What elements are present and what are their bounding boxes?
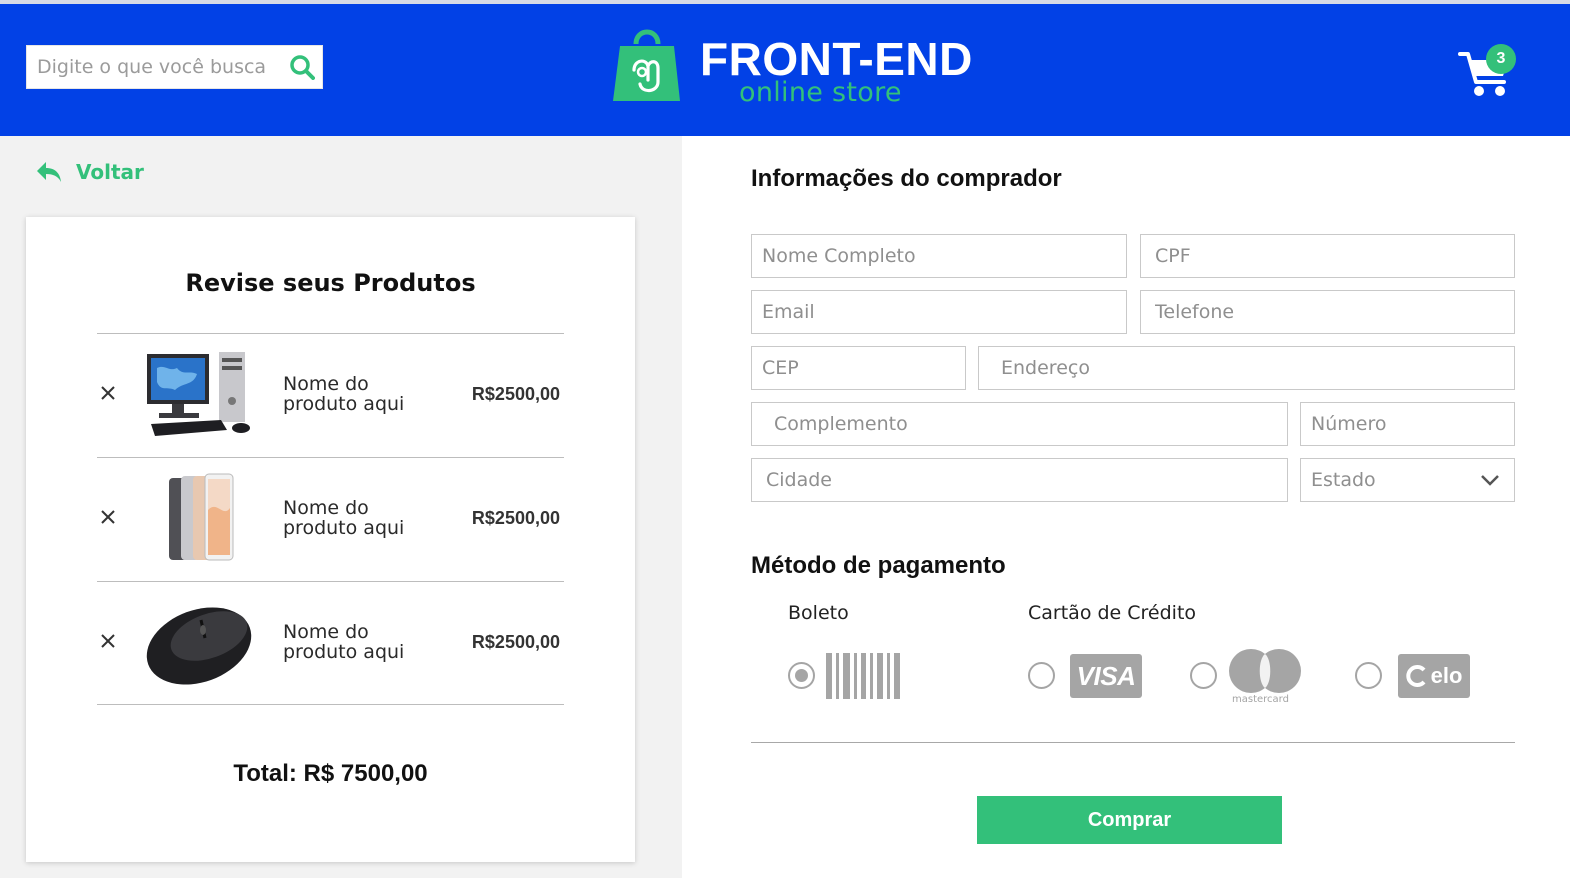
search-bar (26, 45, 323, 89)
phone-field (1140, 290, 1515, 334)
mastercard-logo-icon (1229, 649, 1301, 693)
site-header: FRONT-END online store 3 (0, 4, 1570, 136)
complement-input[interactable] (752, 403, 1287, 445)
back-label: Voltar (76, 160, 144, 184)
name-input[interactable] (752, 235, 1126, 277)
back-link[interactable]: Voltar (36, 160, 144, 184)
search-input[interactable] (27, 46, 282, 88)
cart-button[interactable]: 3 (1458, 44, 1520, 100)
visa-logo-icon: VISA (1070, 654, 1142, 698)
visa-radio[interactable] (1028, 662, 1055, 689)
email-field (751, 290, 1127, 334)
cart-item: Nome do produto aqui R$2500,00 (97, 581, 564, 705)
address-field (978, 346, 1515, 390)
city-field (751, 458, 1288, 502)
divider (97, 704, 564, 705)
city-input[interactable] (752, 459, 1287, 501)
site-logo[interactable]: FRONT-END online store (612, 22, 972, 108)
chevron-down-icon (1481, 475, 1499, 486)
phone-input[interactable] (1141, 291, 1514, 333)
state-select[interactable]: Estado (1300, 458, 1515, 502)
buyer-info-title: Informações do comprador (751, 165, 1062, 192)
divider (751, 742, 1515, 743)
boleto-label: Boleto (788, 602, 849, 624)
number-field (1300, 402, 1515, 446)
cep-input[interactable] (752, 347, 965, 389)
cep-field (751, 346, 966, 390)
product-name: Nome do produto aqui (283, 373, 405, 415)
visa-logo-text: VISA (1076, 660, 1136, 691)
state-select-value: Estado (1311, 469, 1376, 491)
shopping-bag-logo-icon (613, 29, 680, 101)
elo-logo-icon: elo (1398, 654, 1470, 698)
barcode-icon (826, 653, 900, 699)
product-name: Nome do produto aqui (283, 621, 405, 663)
mastercard-radio[interactable] (1190, 662, 1217, 689)
email-input[interactable] (752, 291, 1126, 333)
product-price: R$2500,00 (471, 508, 560, 528)
name-field (751, 234, 1127, 278)
product-price: R$2500,00 (471, 384, 560, 404)
remove-item-icon[interactable] (99, 384, 117, 402)
boleto-radio[interactable] (788, 662, 815, 689)
buy-button[interactable]: Comprar (977, 796, 1282, 844)
elo-logo-text: elo (1430, 663, 1463, 688)
elo-radio[interactable] (1355, 662, 1382, 689)
cpf-input[interactable] (1141, 235, 1514, 277)
cpf-field (1140, 234, 1515, 278)
cart-item: Nome do produto aqui R$2500,00 (97, 333, 564, 457)
product-name: Nome do produto aqui (283, 497, 405, 539)
product-image-mouse (146, 607, 252, 685)
cart-count-badge: 3 (1486, 44, 1516, 74)
payment-title: Método de pagamento (751, 552, 1006, 579)
elo-symbol-icon (1405, 665, 1426, 687)
credit-card-label: Cartão de Crédito (1028, 602, 1197, 624)
complement-field (751, 402, 1288, 446)
back-arrow-icon (37, 162, 61, 182)
remove-item-icon[interactable] (99, 508, 117, 526)
cart-item: Nome do produto aqui R$2500,00 (97, 457, 564, 581)
brand-subtitle: online store (739, 77, 902, 108)
address-input[interactable] (979, 347, 1514, 389)
remove-item-icon[interactable] (99, 632, 117, 650)
review-title: Revise seus Produtos (185, 269, 476, 297)
product-image-tablets (169, 473, 234, 561)
mastercard-logo-text: mastercard (1232, 694, 1289, 705)
search-icon[interactable] (282, 47, 322, 87)
product-image-desktop (147, 352, 250, 436)
review-card: Revise seus Produtos Nome do produto aqu… (26, 217, 635, 862)
order-total: Total: R$ 7500,00 (233, 760, 428, 787)
number-input[interactable] (1301, 403, 1514, 445)
product-price: R$2500,00 (471, 632, 560, 652)
brand-name: FRONT-END (700, 33, 973, 85)
